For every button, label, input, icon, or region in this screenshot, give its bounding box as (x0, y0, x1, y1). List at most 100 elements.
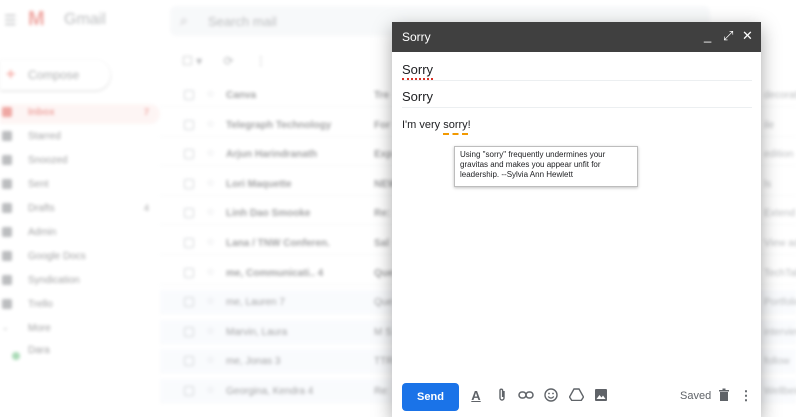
drive-icon[interactable] (568, 388, 584, 404)
sidebar-item-label: Inbox (28, 107, 55, 118)
row-sender: me, Communicati.. 4 (226, 267, 324, 279)
row-snippet: ile (764, 119, 775, 131)
sidebar-item-label: Drafts (28, 203, 55, 214)
row-subject: Re: (374, 386, 390, 397)
row-snippet: decorating (764, 90, 796, 101)
sidebar-item-count: 7 (144, 107, 150, 117)
compose-button[interactable]: + Compose (0, 60, 110, 90)
photo-icon[interactable] (593, 388, 609, 404)
subject-field[interactable]: Sorry (402, 83, 752, 108)
row-sender: Lori Maquette (226, 178, 292, 190)
sidebar-item-starred[interactable]: Starred (0, 128, 160, 148)
account-name: Dara (28, 345, 50, 356)
row-sender: me, Lauren 7 (226, 297, 285, 309)
row-snippet: Wellbeing (764, 386, 796, 397)
format-text-icon[interactable]: A (468, 388, 484, 404)
link-icon[interactable] (518, 388, 534, 404)
send-button[interactable]: Send (402, 383, 459, 411)
row-checkbox[interactable] (184, 119, 194, 130)
row-subject: Sal (374, 238, 390, 249)
sidebar-item-trello[interactable]: Trello (0, 296, 160, 316)
sidebar-item-label: Trello (28, 299, 53, 310)
star-icon[interactable]: ☆ (206, 89, 215, 100)
select-all-checkbox[interactable]: ☐ ▾ (182, 54, 202, 68)
row-sender: Arjun Harindranath (226, 149, 318, 161)
gmail-page: ☰ M Gmail ⌕ Search mail + Compose Inbox … (0, 0, 796, 417)
close-icon[interactable]: ✕ (742, 28, 753, 44)
search-placeholder: Search mail (208, 14, 277, 29)
to-field[interactable]: Sorry (402, 56, 752, 81)
row-subject: Tre (374, 90, 390, 101)
account-item[interactable]: Dara (0, 342, 160, 362)
sidebar-item-admin[interactable]: Admin (0, 224, 160, 244)
row-snippet: follow (764, 356, 790, 368)
star-icon[interactable]: ☆ (206, 148, 215, 159)
menu-icon[interactable]: ☰ (4, 12, 17, 29)
row-sender: Marvin, Laura (226, 326, 288, 338)
subject-value[interactable]: Sorry (402, 89, 433, 104)
row-checkbox[interactable] (184, 149, 194, 160)
star-icon[interactable]: ☆ (206, 355, 215, 366)
row-snippet: View ad (764, 238, 796, 249)
refresh-icon[interactable]: ⟳ (223, 54, 233, 68)
sidebar-item-label: Starred (28, 131, 61, 142)
compose-header[interactable]: Sorry _ ⤢ ✕ (392, 22, 761, 52)
row-checkbox[interactable] (184, 208, 194, 219)
row-subject: Exp (374, 149, 393, 161)
row-checkbox[interactable] (184, 178, 194, 189)
flagged-word[interactable]: sorry (443, 119, 468, 135)
sidebar-item-google-docs[interactable]: Google Docs (0, 248, 160, 268)
star-icon[interactable]: ☆ (206, 178, 215, 189)
row-subject: For (374, 119, 391, 131)
app-name: Gmail (64, 11, 106, 28)
trash-icon[interactable] (716, 388, 732, 404)
expand-icon[interactable]: ⤢ (723, 28, 733, 44)
list-toolbar: ☐ ▾ ⟳ ⋮ (182, 54, 267, 68)
sidebar-item-more[interactable]: ⌄ More (0, 320, 160, 340)
row-snippet: TechTalk (764, 267, 796, 279)
send-icon (2, 179, 12, 189)
star-icon[interactable]: ☆ (206, 267, 215, 278)
row-snippet: ls (764, 178, 772, 190)
more-vert-icon[interactable]: ⋮ (255, 54, 267, 68)
row-checkbox[interactable] (184, 326, 194, 337)
row-checkbox[interactable] (184, 238, 194, 248)
row-checkbox[interactable] (184, 267, 194, 278)
star-icon[interactable]: ☆ (206, 326, 215, 337)
sidebar-item-label: Sent (28, 179, 49, 190)
row-checkbox[interactable] (184, 90, 194, 100)
gmail-logo-icon[interactable]: M (28, 9, 54, 29)
sidebar-item-syndication[interactable]: Syndication (0, 272, 160, 292)
more-options-icon[interactable]: ⋮ (738, 388, 754, 404)
emoji-icon[interactable] (543, 388, 559, 404)
to-value[interactable]: Sorry (402, 62, 434, 80)
draft-icon (2, 203, 12, 213)
sidebar-item-snoozed[interactable]: Snoozed (0, 152, 160, 172)
row-checkbox[interactable] (184, 386, 194, 396)
compose-title: Sorry (402, 30, 431, 44)
star-icon[interactable]: ☆ (206, 119, 215, 130)
row-sender: Lana / TNW Conferen. (226, 238, 330, 249)
star-icon[interactable]: ☆ (206, 207, 215, 218)
row-checkbox[interactable] (184, 356, 194, 367)
sidebar-item-label: Snoozed (28, 155, 68, 166)
chevron-down-icon: ⌄ (2, 323, 9, 332)
label-icon (2, 299, 12, 309)
message-body[interactable]: I'm very sorry! (402, 119, 471, 135)
sidebar-item-sent[interactable]: Sent (0, 176, 160, 196)
star-icon[interactable]: ☆ (206, 237, 215, 248)
sidebar-item-label: Google Docs (28, 251, 86, 262)
sidebar-item-inbox[interactable]: Inbox 7 (0, 104, 160, 124)
star-icon[interactable]: ☆ (206, 385, 215, 396)
row-snippet: edition (764, 149, 794, 161)
minimize-icon[interactable]: _ (704, 28, 711, 44)
sidebar-item-drafts[interactable]: Drafts 4 (0, 200, 160, 220)
row-checkbox[interactable] (184, 297, 194, 308)
search-icon[interactable]: ⌕ (180, 12, 188, 29)
row-snippet: Portfolio (764, 297, 796, 309)
attach-icon[interactable] (494, 388, 510, 404)
row-sender: Linh Dao Smooke (226, 208, 311, 220)
sidebar-item-count: 4 (144, 203, 150, 213)
plus-icon: + (6, 66, 16, 83)
star-icon[interactable]: ☆ (206, 296, 215, 307)
